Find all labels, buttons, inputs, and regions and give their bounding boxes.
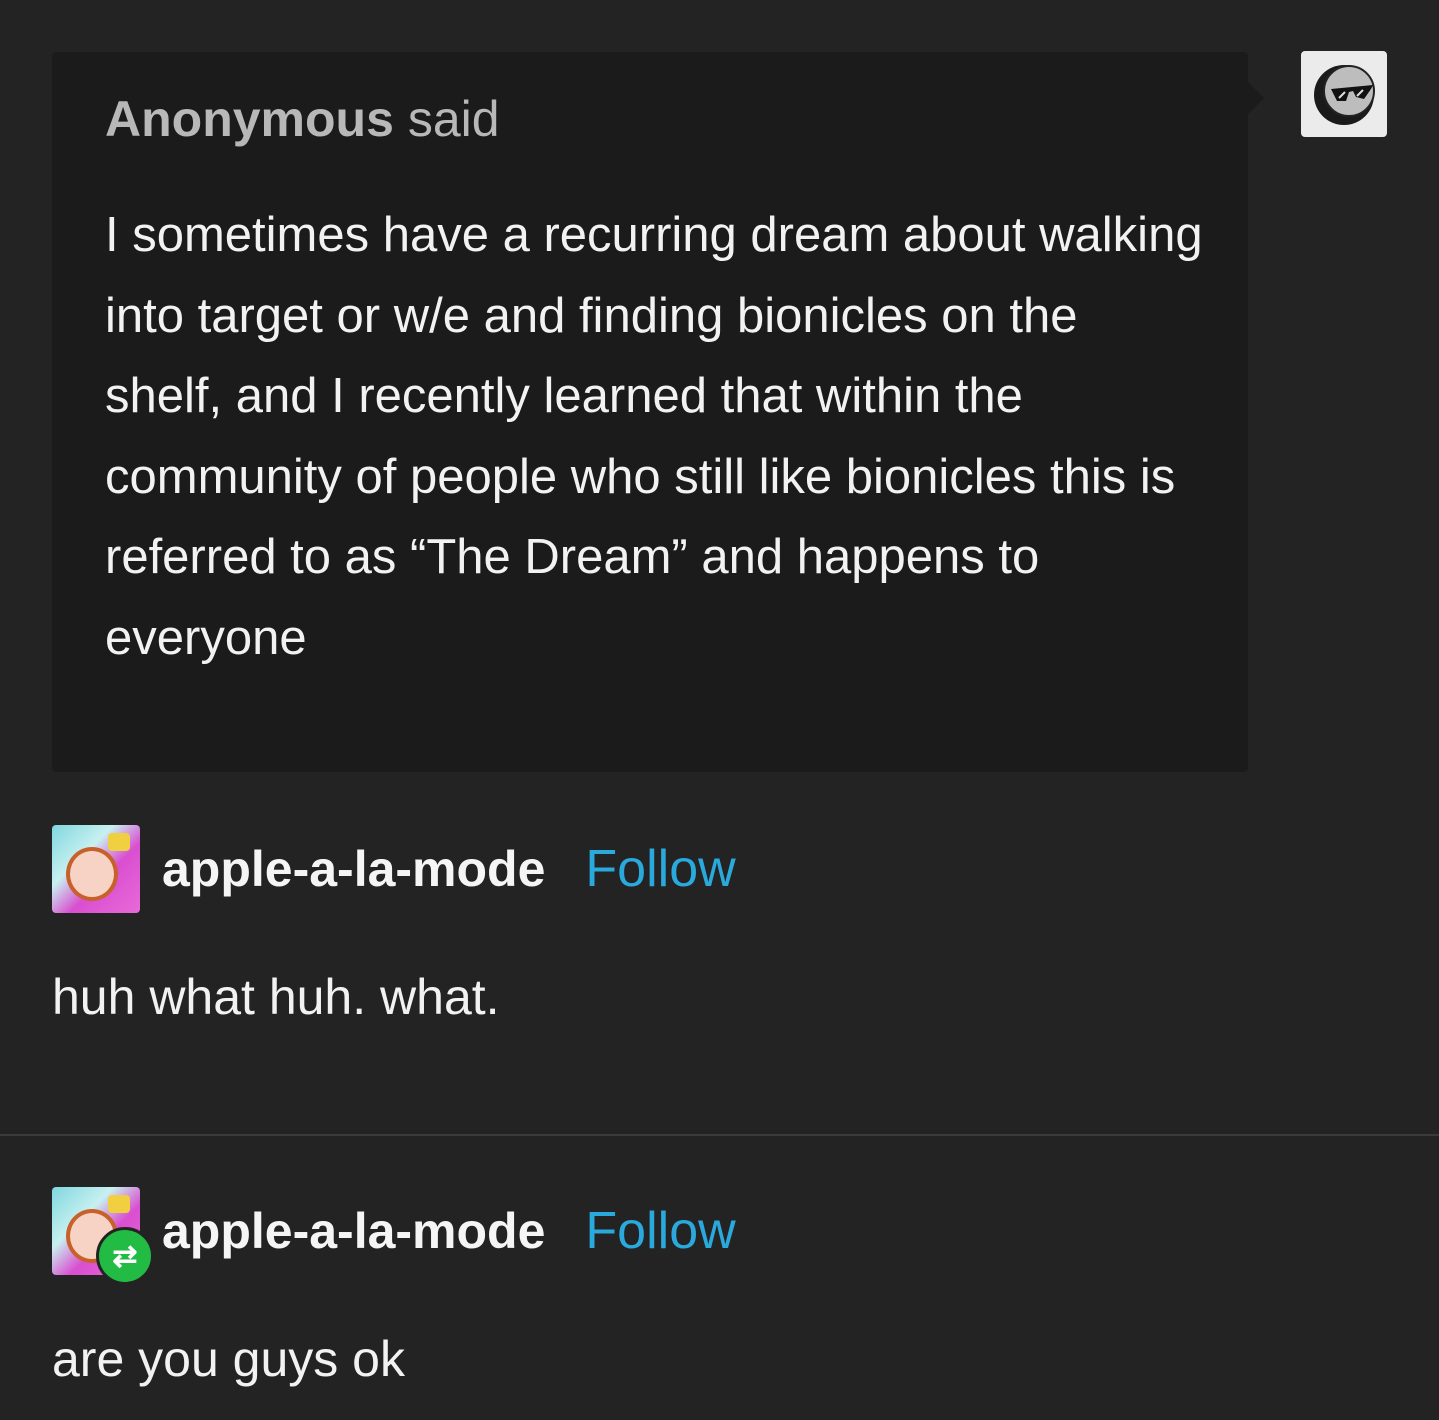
asker-suffix: said <box>407 91 500 147</box>
asker-line: Anonymous said <box>105 90 500 148</box>
avatar-bow <box>108 833 130 851</box>
follow-button[interactable]: Follow <box>585 1201 735 1261</box>
username[interactable]: apple-a-la-mode <box>162 840 545 898</box>
follow-button[interactable]: Follow <box>585 839 735 899</box>
avatar[interactable] <box>52 825 140 913</box>
avatar-bow <box>108 1195 130 1213</box>
reblog-icon: ⇄ <box>96 1227 154 1285</box>
anonymous-avatar <box>1301 51 1387 137</box>
ask-box: Anonymous said I sometimes have a recurr… <box>52 52 1264 772</box>
ask-question: I sometimes have a recurring dream about… <box>105 208 1203 665</box>
sunglasses-moon-icon <box>1314 65 1375 125</box>
divider <box>0 1134 1439 1136</box>
avatar-face <box>66 847 118 901</box>
asker-name: Anonymous <box>105 91 394 147</box>
avatar[interactable]: ⇄ <box>52 1187 154 1285</box>
username[interactable]: apple-a-la-mode <box>162 1202 545 1260</box>
post-text: are you guys ok <box>52 1331 405 1387</box>
post-header: apple-a-la-mode Follow <box>52 825 736 913</box>
post-text: huh what huh. what. <box>52 969 500 1025</box>
post-header: ⇄ apple-a-la-mode Follow <box>52 1187 736 1285</box>
